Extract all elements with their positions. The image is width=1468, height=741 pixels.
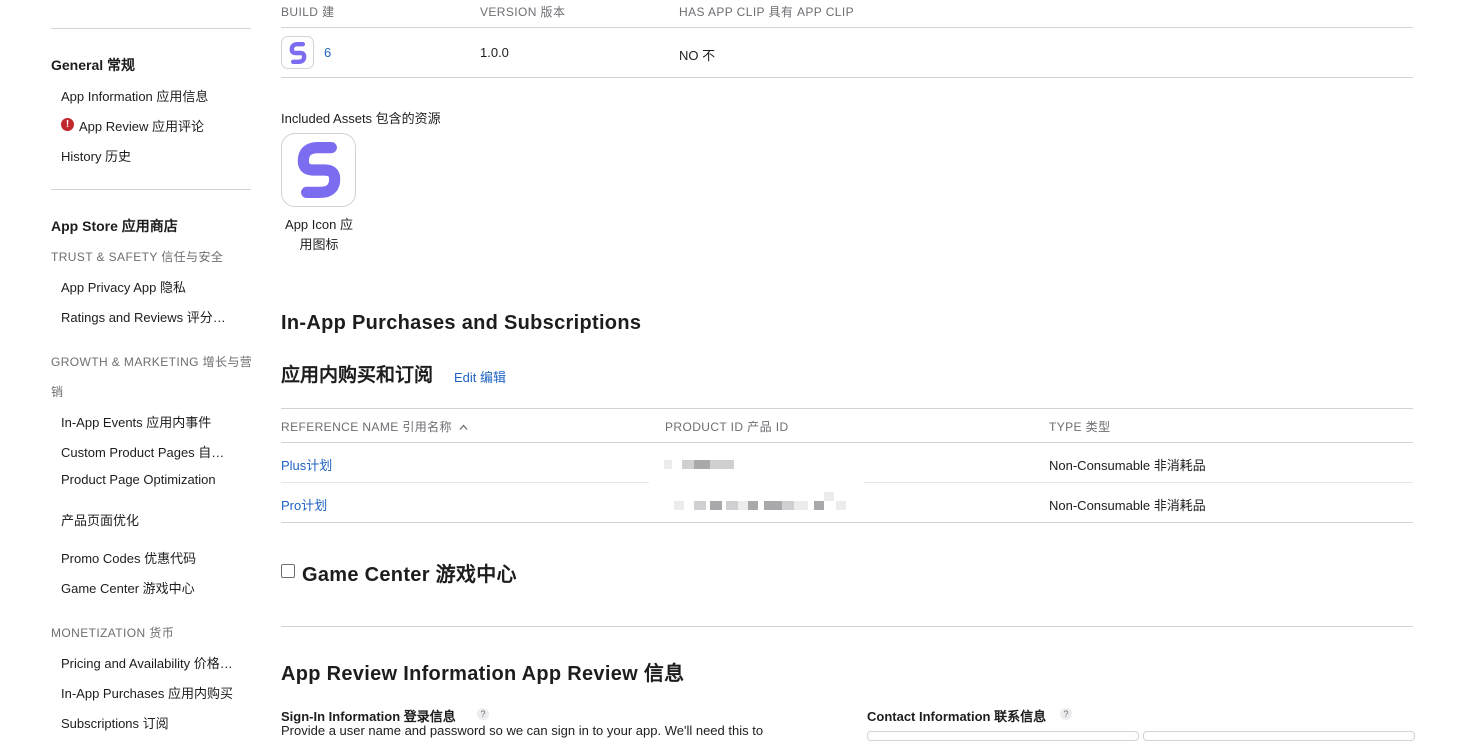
- iap-row-type: Non-Consumable 非消耗品: [1049, 498, 1206, 513]
- sidebar-category-trust-safety: TRUST & SAFETY 信任与安全: [51, 250, 224, 264]
- included-assets-title: Included Assets 包含的资源: [281, 111, 441, 126]
- chevron-up-icon: [459, 424, 468, 431]
- table-divider: [281, 77, 1413, 78]
- app-logo-icon: [289, 41, 306, 64]
- contact-first-name-input[interactable]: [867, 731, 1139, 741]
- sidebar-item-pricing-availability[interactable]: Pricing and Availability 价格…: [61, 653, 233, 672]
- sidebar-category-growth-marketing: GROWTH & MARKETING 增长与营: [51, 355, 253, 369]
- contact-info-title: Contact Information 联系信息: [867, 709, 1047, 724]
- column-header-reference-name-label: REFERENCE NAME 引用名称: [281, 420, 452, 434]
- iap-row-reference-link[interactable]: Pro计划: [281, 495, 327, 514]
- game-center-checkbox[interactable]: [281, 564, 295, 578]
- table-divider: [281, 442, 1413, 443]
- sidebar-item-product-page-optimization[interactable]: Product Page Optimization: [61, 472, 216, 487]
- build-version: 1.0.0: [480, 45, 509, 60]
- sidebar-item-app-review[interactable]: App Review 应用评论: [79, 116, 204, 135]
- included-app-icon[interactable]: [281, 133, 356, 207]
- column-header-build: BUILD 建: [281, 5, 335, 19]
- column-header-product-id: PRODUCT ID 产品 ID: [665, 420, 789, 434]
- build-number-link[interactable]: 6: [324, 45, 331, 60]
- sidebar-divider: [51, 28, 251, 29]
- app-logo-icon: [297, 142, 340, 198]
- build-app-clip: NO 不: [679, 48, 716, 63]
- iap-edit-button[interactable]: Edit 编辑: [454, 367, 506, 386]
- sidebar-item-app-information[interactable]: App Information 应用信息: [61, 86, 208, 105]
- contact-last-name-input[interactable]: [1143, 731, 1415, 741]
- sidebar-category-growth-marketing-cont: 销: [51, 385, 64, 399]
- sidebar-item-ratings-reviews[interactable]: Ratings and Reviews 评分…: [61, 307, 226, 326]
- app-icon-label-cont: 用图标: [299, 237, 339, 252]
- section-divider: [281, 626, 1413, 627]
- iap-title: In-App Purchases and Subscriptions: [281, 312, 642, 334]
- column-header-type: TYPE 类型: [1049, 420, 1111, 434]
- redacted-product-id: [660, 458, 750, 472]
- sidebar-item-product-page-optimization-cn[interactable]: 产品页面优化: [61, 510, 139, 529]
- iap-title-cn: 应用内购买和订阅: [281, 365, 434, 386]
- game-center-label[interactable]: Game Center 游戏中心: [302, 558, 517, 587]
- sidebar-item-app-privacy[interactable]: App Privacy App 隐私: [61, 277, 186, 296]
- build-app-icon: [281, 36, 314, 69]
- sidebar-item-history[interactable]: History 历史: [61, 146, 131, 165]
- sidebar-group-general: General 常规: [51, 57, 136, 73]
- table-divider: [281, 27, 1413, 28]
- sidebar-item-in-app-purchases[interactable]: In-App Purchases 应用内购买: [61, 683, 233, 702]
- app-icon-label: App Icon 应: [285, 217, 353, 232]
- table-divider: [281, 408, 1413, 409]
- iap-row-reference-link[interactable]: Plus计划: [281, 455, 332, 474]
- alert-icon: !: [61, 118, 74, 131]
- table-divider: [281, 522, 1413, 523]
- sidebar-item-subscriptions[interactable]: Subscriptions 订阅: [61, 713, 169, 732]
- sidebar-item-in-app-events[interactable]: In-App Events 应用内事件: [61, 412, 211, 431]
- column-header-reference-name[interactable]: REFERENCE NAME 引用名称: [281, 418, 468, 435]
- sidebar-group-app-store: App Store 应用商店: [51, 218, 178, 234]
- sidebar-divider: [51, 189, 251, 190]
- iap-row-type: Non-Consumable 非消耗品: [1049, 458, 1206, 473]
- redacted-product-id: [670, 492, 860, 512]
- sidebar-category-monetization: MONETIZATION 货币: [51, 626, 175, 640]
- sidebar-item-game-center[interactable]: Game Center 游戏中心: [61, 578, 195, 597]
- sidebar-item-promo-codes[interactable]: Promo Codes 优惠代码: [61, 548, 196, 567]
- sign-in-info-description: Provide a user name and password so we c…: [281, 723, 764, 738]
- help-icon[interactable]: ?: [477, 708, 489, 720]
- column-header-version: VERSION 版本: [480, 5, 566, 19]
- table-divider: [864, 482, 1413, 483]
- help-icon[interactable]: ?: [1060, 708, 1072, 720]
- sidebar-item-custom-product-pages[interactable]: Custom Product Pages 自…: [61, 442, 224, 461]
- table-divider: [281, 482, 649, 483]
- app-review-info-title: App Review Information App Review 信息: [281, 663, 685, 685]
- column-header-app-clip: HAS APP CLIP 具有 APP CLIP: [679, 5, 855, 19]
